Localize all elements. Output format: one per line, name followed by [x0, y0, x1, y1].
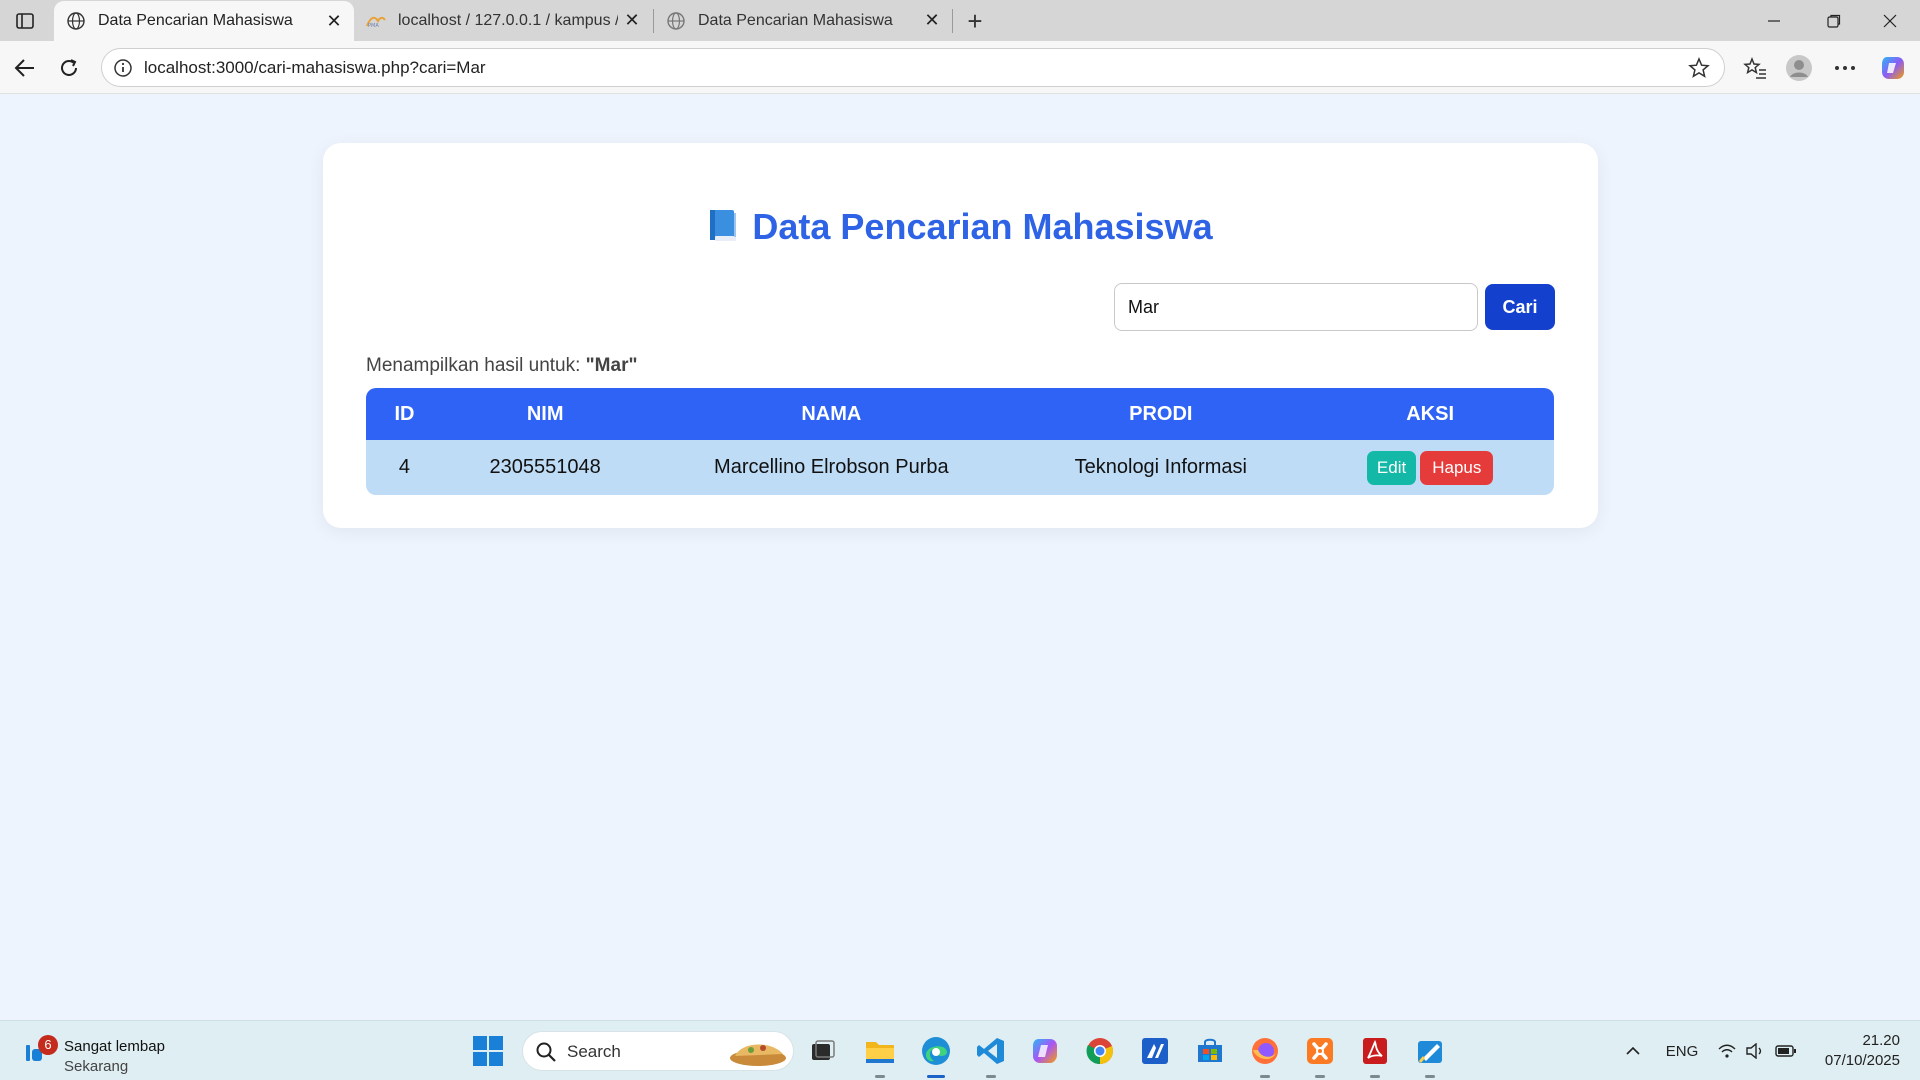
weather-subtitle: Sekarang: [64, 1058, 129, 1075]
paint-icon[interactable]: [1412, 1033, 1448, 1078]
minimize-icon[interactable]: [1746, 0, 1802, 41]
table-row: 4 2305551048 Marcellino Elrobson Purba T…: [366, 440, 1554, 495]
running-indicator: [1315, 1075, 1325, 1078]
task-view-icon[interactable]: [805, 1033, 841, 1069]
result-query: "Mar": [585, 355, 638, 376]
tab-data-pencarian-active[interactable]: Data Pencarian Mahasiswa ✕: [54, 1, 354, 41]
app-icon[interactable]: [1137, 1033, 1173, 1069]
site-info-icon[interactable]: [112, 57, 134, 79]
search-highlight-art-icon: [727, 1034, 789, 1070]
globe-icon: [666, 11, 686, 31]
clock-time: 21.20: [1862, 1032, 1900, 1049]
wifi-icon[interactable]: [1714, 1021, 1740, 1080]
more-options-icon[interactable]: [1828, 51, 1862, 85]
volume-icon[interactable]: [1742, 1021, 1768, 1080]
page-title-wrapper: Data Pencarian Mahasiswa: [323, 206, 1598, 248]
content-card: Data Pencarian Mahasiswa Cari Menampilka…: [323, 143, 1598, 528]
notification-badge: 6: [38, 1035, 58, 1055]
system-clock[interactable]: 21.20 07/10/2025: [1800, 1031, 1900, 1071]
xampp-icon[interactable]: [1302, 1033, 1338, 1078]
running-indicator: [927, 1075, 945, 1078]
edit-button[interactable]: Edit: [1366, 450, 1417, 485]
file-explorer-icon[interactable]: [862, 1033, 898, 1078]
firefox-icon[interactable]: [1247, 1033, 1283, 1078]
tab-title: Data Pencarian Mahasiswa: [98, 12, 293, 29]
cari-button[interactable]: Cari: [1485, 284, 1555, 330]
svg-text:PMA: PMA: [368, 23, 379, 28]
browser-toolbar: localhost:3000/cari-mahasiswa.php?cari=M…: [0, 41, 1920, 94]
running-indicator: [1425, 1075, 1435, 1078]
vscode-icon[interactable]: [973, 1033, 1009, 1078]
running-indicator: [875, 1075, 885, 1078]
close-icon[interactable]: ✕: [918, 7, 946, 35]
column-header-nim: NIM: [442, 388, 648, 440]
new-tab-plus-icon[interactable]: +: [960, 6, 990, 36]
sidebar-toggle-icon[interactable]: [10, 8, 40, 34]
show-hidden-icons-chevron-icon[interactable]: [1618, 1021, 1648, 1080]
windows-start-icon[interactable]: [472, 1035, 504, 1067]
close-icon[interactable]: ✕: [618, 7, 646, 35]
cell-prodi: Teknologi Informasi: [1015, 440, 1307, 495]
profile-avatar-icon[interactable]: [1782, 51, 1816, 85]
close-icon[interactable]: ✕: [320, 7, 348, 35]
tab-strip: Data Pencarian Mahasiswa ✕ PMA localhost…: [0, 0, 1920, 41]
acrobat-icon[interactable]: [1357, 1033, 1393, 1078]
reload-icon[interactable]: [52, 51, 86, 85]
cell-id: 4: [366, 440, 443, 495]
store-icon[interactable]: [1192, 1033, 1228, 1069]
search-icon: [535, 1041, 557, 1063]
back-arrow-icon[interactable]: [8, 51, 42, 85]
cell-nama: Marcellino Elrobson Purba: [647, 440, 1016, 495]
chrome-icon[interactable]: [1082, 1033, 1118, 1069]
search-input[interactable]: [1114, 283, 1478, 331]
cell-aksi: Edit Hapus: [1306, 440, 1554, 495]
running-indicator: [1260, 1075, 1270, 1078]
running-indicator: [986, 1075, 996, 1078]
windows-taskbar: 6 Sangat lembap Sekarang Search ENG 21.2…: [0, 1020, 1920, 1080]
close-window-icon[interactable]: [1862, 0, 1918, 41]
weather-widget[interactable]: 6 Sangat lembap Sekarang: [20, 1029, 220, 1075]
column-header-nama: NAMA: [647, 388, 1016, 440]
page-viewport: Data Pencarian Mahasiswa Cari Menampilka…: [4, 94, 1916, 1017]
tab-title: Data Pencarian Mahasiswa: [698, 11, 893, 29]
restore-icon[interactable]: [1806, 0, 1862, 41]
phpmyadmin-icon: PMA: [366, 11, 386, 31]
taskbar-search-box[interactable]: Search: [522, 1031, 794, 1071]
copilot-app-icon[interactable]: [1027, 1033, 1063, 1069]
battery-icon[interactable]: [1772, 1021, 1800, 1080]
column-header-id: ID: [366, 388, 443, 440]
result-info: Menampilkan hasil untuk: "Mar": [366, 355, 637, 377]
blue-book-icon: [708, 209, 738, 243]
weather-title: Sangat lembap: [64, 1038, 165, 1055]
hapus-button[interactable]: Hapus: [1420, 450, 1494, 485]
favorite-star-icon[interactable]: [1684, 53, 1714, 83]
page-title: Data Pencarian Mahasiswa: [752, 206, 1213, 247]
column-header-prodi: PRODI: [1015, 388, 1307, 440]
tab-separator: [952, 9, 953, 33]
tab-data-pencarian[interactable]: Data Pencarian Mahasiswa ✕: [654, 0, 952, 41]
language-indicator[interactable]: ENG: [1660, 1021, 1704, 1080]
url-text: localhost:3000/cari-mahasiswa.php?cari=M…: [144, 57, 486, 77]
result-prefix: Menampilkan hasil untuk:: [366, 355, 581, 376]
tab-phpmyadmin[interactable]: PMA localhost / 127.0.0.1 / kampus / m ✕: [354, 0, 652, 41]
copilot-icon[interactable]: [1876, 51, 1910, 85]
globe-icon: [66, 11, 86, 31]
tab-title: localhost / 127.0.0.1 / kampus / m: [398, 11, 618, 29]
cell-nim: 2305551048: [442, 440, 648, 495]
edge-icon[interactable]: [918, 1033, 954, 1078]
clock-date: 07/10/2025: [1824, 1052, 1900, 1069]
search-placeholder: Search: [567, 1042, 621, 1061]
table-header-row: ID NIM NAMA PRODI AKSI: [366, 388, 1554, 440]
address-bar[interactable]: localhost:3000/cari-mahasiswa.php?cari=M…: [101, 48, 1725, 87]
column-header-aksi: AKSI: [1306, 388, 1554, 440]
mahasiswa-table: ID NIM NAMA PRODI AKSI 4 2305551048 Marc…: [366, 388, 1554, 495]
favorites-icon[interactable]: [1738, 51, 1772, 85]
running-indicator: [1370, 1075, 1380, 1078]
